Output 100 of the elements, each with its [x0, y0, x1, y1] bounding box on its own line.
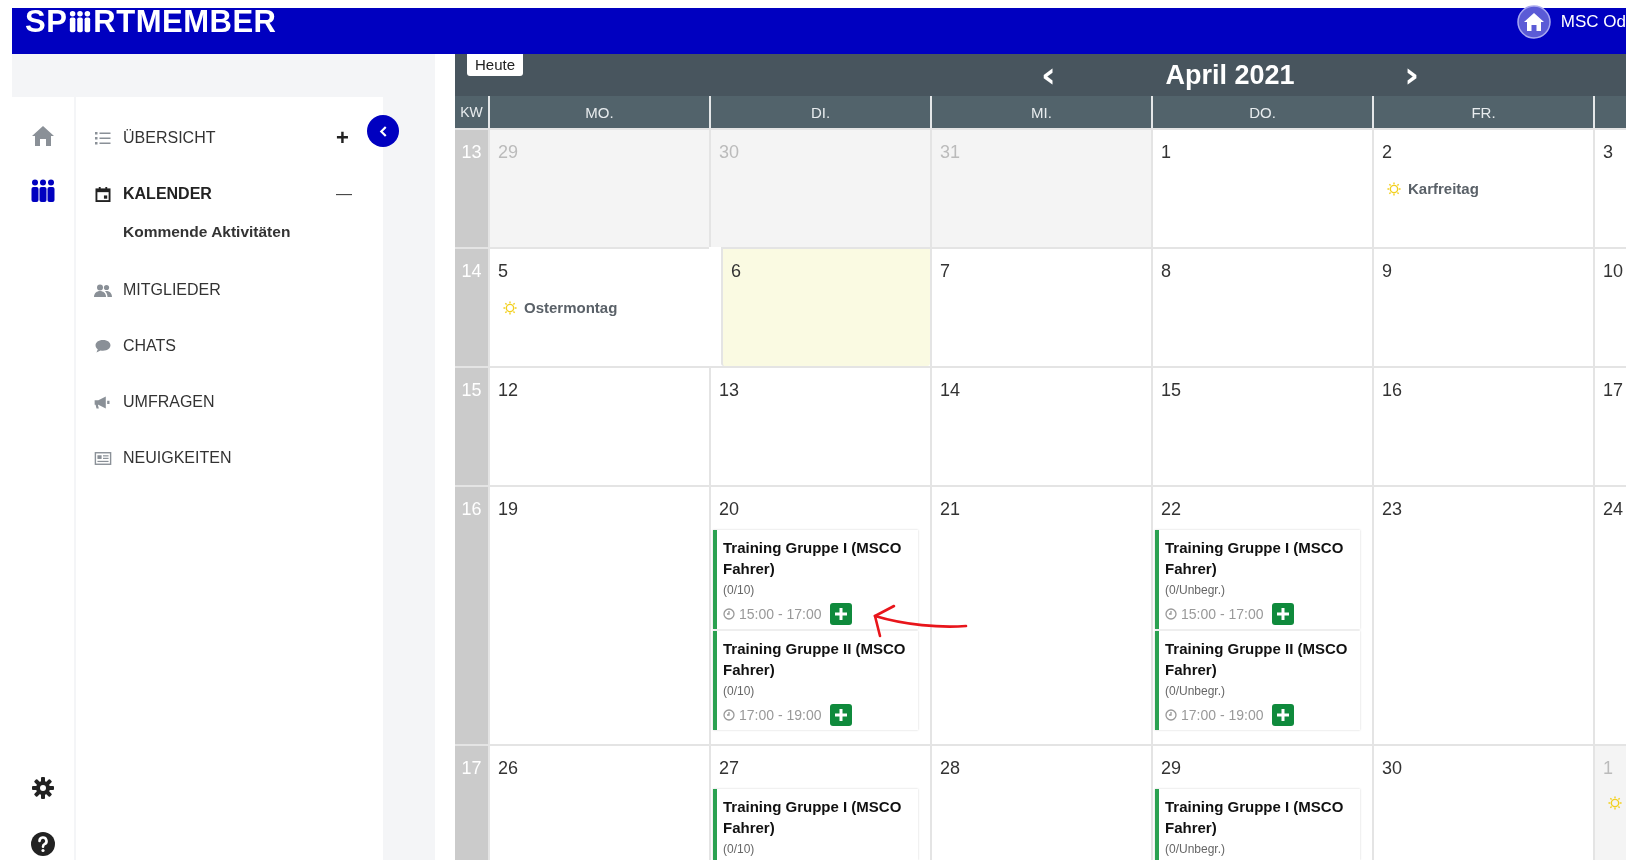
event-title: Training Gruppe I (MSCO Fahrer): [723, 538, 903, 579]
plus-icon: [833, 607, 848, 621]
day-cell[interactable]: 23: [1372, 485, 1593, 744]
day-cell[interactable]: 21: [930, 485, 1151, 744]
day-number: 13: [719, 380, 741, 401]
day-cell[interactable]: 10: [1593, 247, 1626, 366]
day-cell[interactable]: 27 Training Gruppe I (MSCO Fahrer) (0/10): [709, 744, 930, 860]
event-capacity: (0/Unbegr.): [1165, 684, 1226, 698]
club-name[interactable]: MSC Od: [1560, 12, 1626, 32]
day-cell[interactable]: 26: [488, 744, 709, 860]
day-cell[interactable]: 29 Training Gruppe I (MSCO Fahrer) (0/Unbegr.): [1151, 744, 1372, 860]
month-title: April 2021: [1165, 59, 1295, 91]
clock-icon: [723, 608, 735, 620]
day-number: 7: [940, 261, 951, 282]
event-capacity: (0/10): [723, 583, 755, 597]
day-cell[interactable]: 24: [1593, 485, 1626, 744]
add-button[interactable]: [1271, 603, 1294, 625]
people-icon: [94, 283, 112, 297]
event-card[interactable]: Training Gruppe I (MSCO Fahrer) (0/10): [713, 789, 918, 860]
collapse-toggle[interactable]: —: [336, 185, 352, 203]
nav-item[interactable]: MITGLIEDER: [123, 281, 221, 299]
nav-item[interactable]: ÜBERSICHT: [123, 129, 216, 147]
holiday-label: Ostermontag: [524, 299, 618, 316]
day-number: 3: [1603, 142, 1614, 163]
day-number: 9: [1382, 261, 1393, 282]
next-month-button[interactable]: ›: [1398, 60, 1425, 90]
nav-subitem[interactable]: Kommende Aktivitäten: [123, 223, 291, 241]
day-number: 14: [940, 380, 962, 401]
collapse-button[interactable]: [367, 115, 399, 147]
day-cell[interactable]: 9: [1372, 247, 1593, 366]
add-button[interactable]: [1271, 704, 1294, 726]
settings-icon[interactable]: [31, 776, 55, 800]
day-number: 6: [731, 261, 742, 282]
newspaper-icon: [94, 451, 112, 465]
day-cell[interactable]: 6: [721, 247, 930, 366]
day-cell[interactable]: 1: [1151, 128, 1372, 247]
event-card[interactable]: Training Gruppe I (MSCO Fahrer) (0/Unbegr.): [1155, 789, 1360, 860]
nav-item[interactable]: KALENDER: [123, 185, 212, 203]
event-time: 17:00 - 19:00: [1181, 707, 1264, 723]
day-cell[interactable]: 30: [1372, 744, 1593, 860]
nav-item[interactable]: CHATS: [123, 337, 177, 355]
column-header: FR.: [1372, 96, 1593, 128]
event-card[interactable]: Training Gruppe II (MSCO Fahrer) (0/Unbegr.) 17:00 - 19:00: [1155, 631, 1360, 730]
day-number: 29: [498, 142, 520, 163]
expand-toggle[interactable]: +: [336, 125, 349, 151]
list-icon: [94, 131, 112, 145]
event-card[interactable]: Training Gruppe I (MSCO Fahrer) (0/Unbegr.) 15:00 - 17:00: [1155, 530, 1360, 629]
day-number: 23: [1382, 499, 1404, 520]
event-card[interactable]: Training Gruppe II (MSCO Fahrer) (0/10) 17:00 - 19:00: [713, 631, 918, 730]
day-number: 29: [1161, 758, 1183, 779]
plus-icon: [833, 708, 848, 722]
day-cell[interactable]: 16: [1372, 366, 1593, 485]
event-capacity: (0/Unbegr.): [1165, 583, 1226, 597]
event-capacity: (0/10): [723, 842, 755, 856]
day-number: 21: [940, 499, 962, 520]
day-cell[interactable]: 12: [488, 366, 709, 485]
day-cell[interactable]: 8: [1151, 247, 1372, 366]
day-cell[interactable]: 19: [488, 485, 709, 744]
day-cell[interactable]: 3: [1593, 128, 1626, 247]
help-icon[interactable]: [31, 832, 55, 856]
column-header: KW: [455, 96, 488, 128]
day-cell[interactable]: 2 Karfreitag: [1372, 128, 1593, 247]
nav-item[interactable]: NEUIGKEITEN: [123, 449, 232, 467]
chevron-left-icon: [378, 124, 388, 138]
event-title: Training Gruppe I (MSCO Fahrer): [1165, 538, 1345, 579]
day-number: 5: [498, 261, 509, 282]
day-number: 19: [498, 499, 520, 520]
event-time: 15:00 - 17:00: [739, 606, 822, 622]
previous-month-button[interactable]: ‹: [1035, 60, 1062, 90]
event-capacity: (0/10): [723, 684, 755, 698]
event-title: Training Gruppe II (MSCO Fahrer): [723, 639, 907, 680]
day-cell[interactable]: 14: [930, 366, 1151, 485]
day-number: 17: [1603, 380, 1625, 401]
day-cell[interactable]: 20 Training Gruppe I (MSCO Fahrer) (0/10) 15:00 - 17:00 Training Gruppe II (MSCO Fahrer) (0/10) 17:00 - 19:00: [709, 485, 930, 744]
home-icon[interactable]: [1516, 5, 1551, 39]
event-card[interactable]: Training Gruppe I (MSCO Fahrer) (0/10) 15:00 - 17:00: [713, 530, 918, 629]
day-cell[interactable]: 22 Training Gruppe I (MSCO Fahrer) (0/Unbegr.) 15:00 - 17:00 Training Gruppe II (MSCO Fahrer) (0/Unbegr.) 17:00 - 19:00: [1151, 485, 1372, 744]
people-icon: [68, 9, 93, 35]
day-cell[interactable]: 28: [930, 744, 1151, 860]
logo-text: SP: [25, 4, 68, 40]
add-button[interactable]: [829, 603, 852, 625]
add-button[interactable]: [829, 704, 852, 726]
nav-item[interactable]: UMFRAGEN: [123, 393, 215, 411]
day-number: 1: [1161, 142, 1172, 163]
day-number: 28: [940, 758, 962, 779]
today-button[interactable]: Heute: [467, 54, 524, 76]
holiday-label: Karfreitag: [1408, 180, 1479, 197]
day-number: 10: [1603, 261, 1625, 282]
day-cell[interactable]: 13: [709, 366, 930, 485]
day-cell[interactable]: 17: [1593, 366, 1626, 485]
day-cell[interactable]: 15: [1151, 366, 1372, 485]
megaphone-icon: [94, 395, 112, 409]
people-icon[interactable]: [30, 179, 56, 203]
event-title: Training Gruppe I (MSCO Fahrer): [1165, 797, 1345, 838]
day-cell[interactable]: 7: [930, 247, 1151, 366]
day-number: 2: [1382, 142, 1393, 163]
speech-bubble-icon: [94, 339, 112, 353]
day-number: 26: [498, 758, 520, 779]
day-cell[interactable]: 5 Ostermontag: [488, 247, 709, 366]
day-number: 27: [719, 758, 741, 779]
